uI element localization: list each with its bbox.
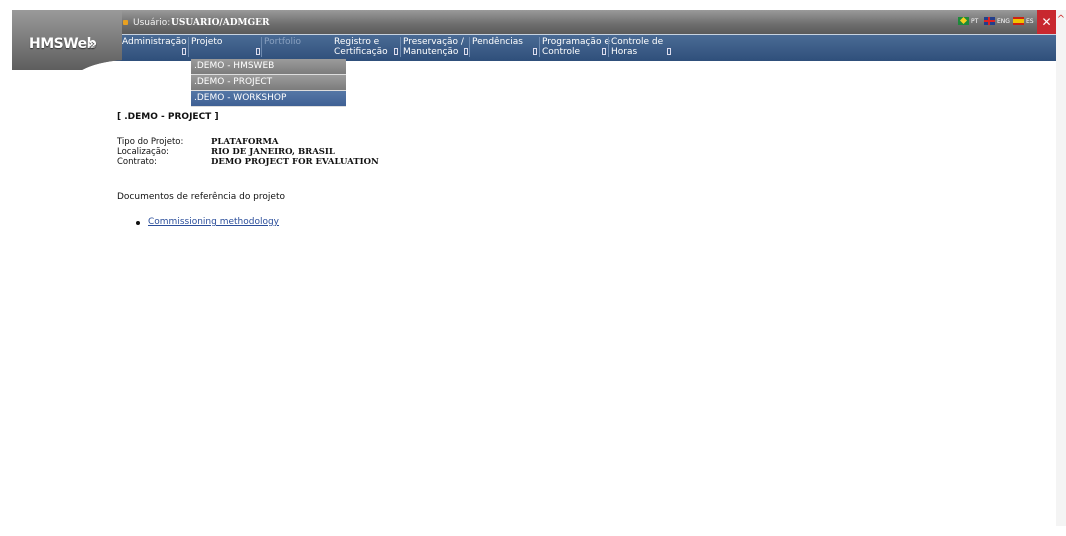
menu-label-line2: Controle xyxy=(542,47,581,57)
menu-controle-horas[interactable]: Controle de Horas xyxy=(611,37,663,57)
menu-programacao-controle[interactable]: Programação e Controle xyxy=(542,37,610,57)
vertical-scrollbar[interactable] xyxy=(1056,10,1066,526)
projeto-dropdown: .DEMO - HMSWEB .DEMO - PROJECT .DEMO - W… xyxy=(191,59,346,107)
brazil-flag-icon[interactable] xyxy=(958,17,969,25)
uk-flag-icon[interactable] xyxy=(984,17,995,25)
logo-chevrons-icon: » xyxy=(88,36,98,52)
menu-portfolio: Portfolio xyxy=(264,37,301,47)
menu-separator xyxy=(188,37,189,57)
language-es[interactable]: ES xyxy=(1026,18,1034,25)
user-label: Usuário: xyxy=(133,18,171,28)
language-pt[interactable]: PT xyxy=(971,18,978,25)
field-value-localizacao: RIO DE JANEIRO, BRASIL xyxy=(211,147,335,157)
dropdown-caret-icon[interactable] xyxy=(533,48,537,55)
field-label-localizacao: Localização: xyxy=(117,147,170,157)
dropdown-item-highlighted[interactable]: .DEMO - WORKSHOP xyxy=(191,91,346,107)
close-button[interactable]: ✕ xyxy=(1037,10,1056,34)
menu-pendencias[interactable]: Pendências xyxy=(472,37,523,47)
menu-label-line1: Controle de xyxy=(611,37,664,47)
dropdown-item[interactable]: .DEMO - HMSWEB xyxy=(191,59,346,75)
page-title: [ .DEMO - PROJECT ] xyxy=(117,112,219,122)
menu-label: Portfolio xyxy=(264,37,302,47)
dropdown-caret-icon[interactable] xyxy=(256,48,260,55)
user-value: USUARIO/ADMGER xyxy=(171,18,270,28)
menu-label: Pendências xyxy=(472,37,523,47)
menu-label-line2: Manutenção xyxy=(403,47,459,57)
field-value-tipo: PLATAFORMA xyxy=(211,137,279,147)
user-icon xyxy=(123,20,128,25)
dropdown-caret-icon[interactable] xyxy=(182,48,186,55)
menu-separator xyxy=(469,37,470,57)
menu-separator xyxy=(539,37,540,57)
document-link[interactable]: Commissioning methodology xyxy=(148,217,279,227)
dropdown-caret-icon[interactable] xyxy=(602,48,606,55)
dropdown-caret-icon[interactable] xyxy=(464,48,468,55)
menu-label-line2: Certificação xyxy=(334,47,388,57)
dropdown-item[interactable]: .DEMO - PROJECT xyxy=(191,75,346,91)
menu-separator xyxy=(400,37,401,57)
menu-preservacao-manutencao[interactable]: Preservação / Manutenção xyxy=(403,37,464,57)
field-label-tipo: Tipo do Projeto: xyxy=(117,137,184,147)
menu-projeto[interactable]: Projeto xyxy=(191,37,222,47)
menu-separator xyxy=(608,37,609,57)
menu-label-line2: Horas xyxy=(611,47,638,57)
language-eng[interactable]: ENG xyxy=(997,18,1010,25)
menu-administracao[interactable]: Administração xyxy=(122,37,187,47)
scroll-up-icon[interactable]: ^ xyxy=(1056,14,1066,28)
menu-label-line1: Preservação / xyxy=(403,37,464,47)
menu-label-line1: Programação e xyxy=(542,37,610,47)
menu-registro-certificacao[interactable]: Registro e Certificação xyxy=(334,37,388,57)
field-label-contrato: Contrato: xyxy=(117,157,157,167)
dropdown-caret-icon[interactable] xyxy=(667,48,671,55)
menu-label-line1: Registro e xyxy=(334,37,380,47)
field-value-contrato: DEMO PROJECT FOR EVALUATION xyxy=(211,157,379,167)
spain-flag-icon[interactable] xyxy=(1013,17,1024,25)
menu-label: Administração xyxy=(122,37,187,47)
bullet-icon xyxy=(136,221,140,225)
menu-separator xyxy=(261,37,262,57)
logo[interactable]: HMSWeb » xyxy=(12,10,122,70)
documents-heading: Documentos de referência do projeto xyxy=(117,192,285,202)
menu-label: Projeto xyxy=(191,37,223,47)
dropdown-caret-icon[interactable] xyxy=(394,48,398,55)
logo-text: HMSWeb xyxy=(29,36,97,52)
